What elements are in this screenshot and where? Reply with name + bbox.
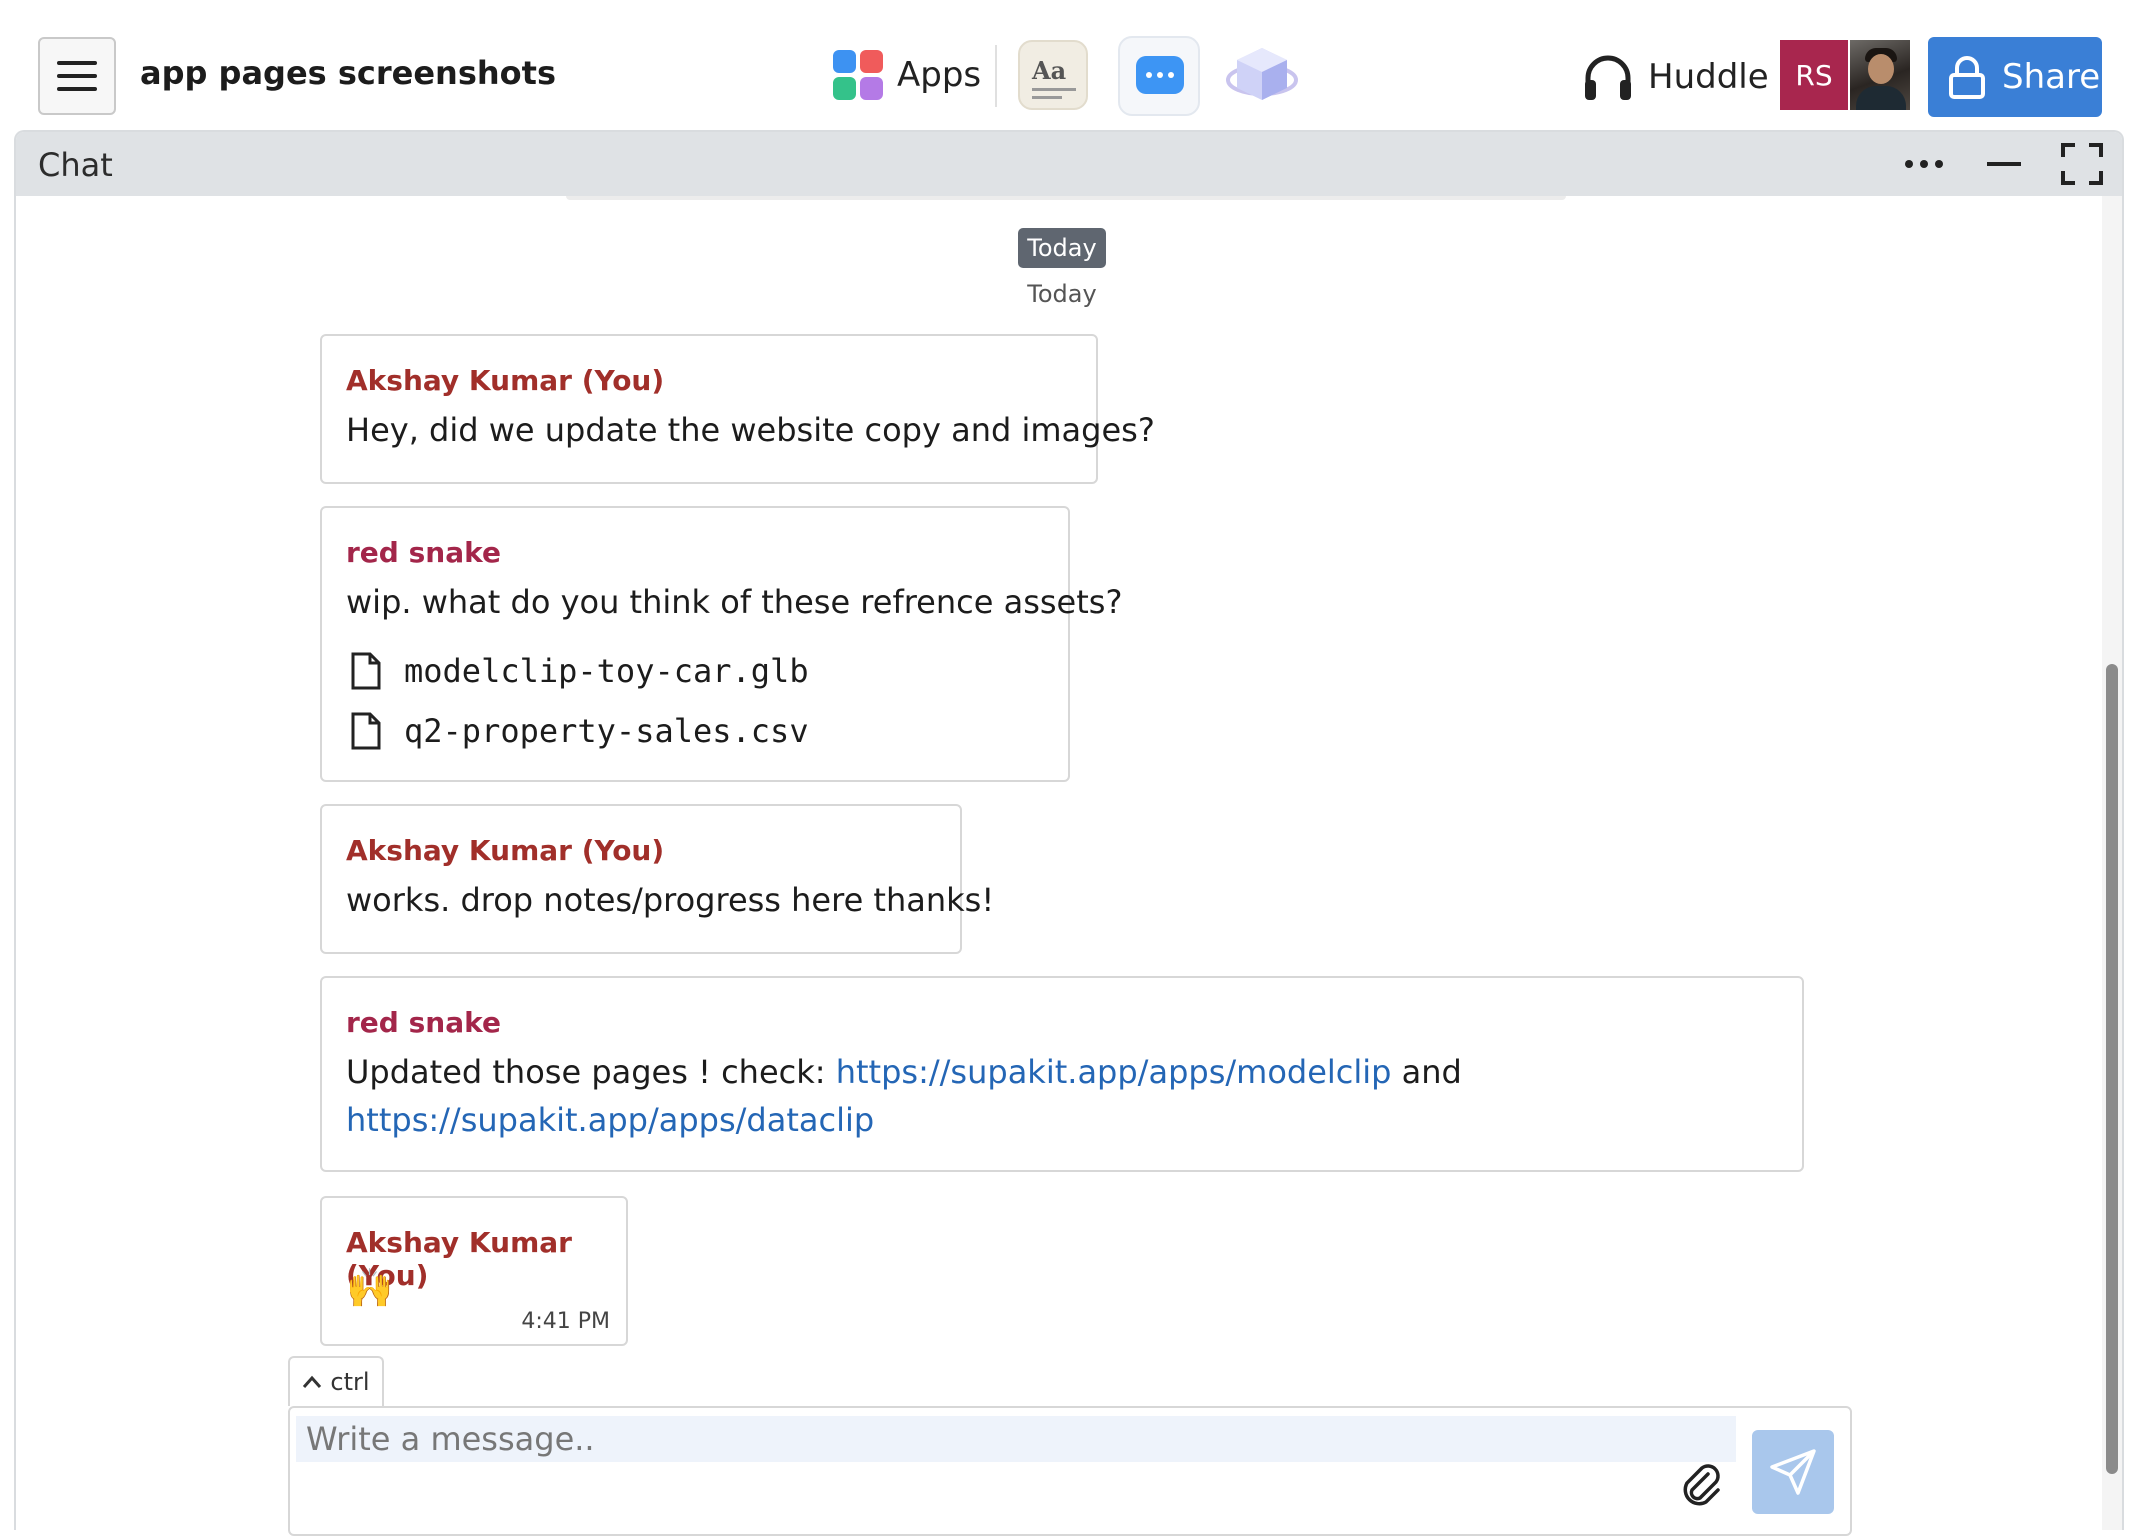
message-bubble: Akshay Kumar (You) works. drop notes/pro…: [320, 804, 994, 954]
lock-icon: [1949, 56, 1985, 99]
message-author[interactable]: Akshay Kumar (You): [346, 834, 664, 867]
menu-icon: [57, 61, 97, 65]
message-bubble: red snake wip. what do you think of thes…: [320, 506, 1122, 782]
avatar-shirt: [1856, 86, 1906, 110]
minimize-button[interactable]: [1980, 142, 2028, 186]
message-text: Updated those pages ! check: https://sup…: [346, 1048, 1462, 1144]
date-label: Today: [1027, 280, 1097, 308]
message-link[interactable]: https://supakit.app/apps/dataclip: [346, 1101, 874, 1139]
message-text: wip. what do you think of these refrence…: [346, 583, 1123, 621]
file-icon: [351, 652, 381, 690]
apps-label: Apps: [897, 55, 982, 95]
message-bubble: Akshay Kumar (You) Hey, did we update th…: [320, 334, 1155, 484]
chat-header: Chat: [16, 132, 2122, 196]
caret-up-icon: [303, 1375, 322, 1388]
apps-grid-icon: [833, 50, 883, 100]
file-name: q2-property-sales.csv: [404, 712, 809, 750]
shortcut-hint-label: ctrl: [330, 1368, 370, 1396]
top-bar: app pages screenshots Apps Aa Huddle RS …: [0, 0, 2136, 130]
huddle-label: Huddle: [1648, 57, 1769, 97]
message-input[interactable]: [296, 1416, 1736, 1462]
avatar-face: [1868, 54, 1894, 84]
message-author[interactable]: red snake: [346, 536, 501, 569]
file-attachment[interactable]: q2-property-sales.csv: [350, 712, 809, 750]
fullscreen-icon: [2061, 143, 2103, 185]
file-attachment[interactable]: modelclip-toy-car.glb: [350, 652, 809, 690]
headphones-icon: [1585, 55, 1631, 100]
chat-bubble-icon: [1136, 56, 1184, 94]
message-link[interactable]: https://supakit.app/apps/modelclip: [836, 1053, 1392, 1091]
chat-scrollbar[interactable]: [2102, 196, 2122, 1530]
avatar-rs[interactable]: RS: [1780, 40, 1848, 110]
share-button[interactable]: Share: [1928, 37, 2102, 117]
font-line: [1032, 96, 1062, 99]
font-app-icon[interactable]: Aa: [1018, 40, 1088, 110]
apps-button[interactable]: Apps: [833, 50, 981, 100]
message-bubble: Akshay Kumar (You) 🙌 4:41 PM: [320, 1196, 628, 1346]
file-icon: [351, 712, 381, 750]
toolbar-divider: [995, 45, 997, 107]
message-composer: [288, 1406, 1852, 1536]
fullscreen-button[interactable]: [2058, 142, 2106, 186]
message-text-segment: and: [1391, 1053, 1462, 1091]
avatar-user-photo[interactable]: [1850, 40, 1910, 110]
send-icon: [1770, 1449, 1816, 1495]
attach-file-button[interactable]: [1674, 1458, 1730, 1514]
huddle-button[interactable]: Huddle: [1582, 52, 1769, 102]
date-badge: Today: [1018, 228, 1106, 268]
font-aa-icon: Aa: [1032, 56, 1067, 85]
minimize-icon: [1987, 162, 2021, 166]
paperclip-icon: [1683, 1464, 1720, 1506]
share-label: Share: [2002, 57, 2101, 97]
document-title: app pages screenshots: [140, 54, 556, 92]
font-line: [1032, 88, 1076, 91]
more-horizontal-icon: [1905, 160, 1943, 168]
send-button[interactable]: [1752, 1430, 1834, 1514]
hamburger-menu-button[interactable]: [38, 37, 116, 115]
message-text-segment: Updated those pages ! check:: [346, 1053, 836, 1091]
message-bubble: red snake Updated those pages ! check: h…: [320, 976, 1804, 1172]
message-author[interactable]: Akshay Kumar (You): [346, 364, 664, 397]
3d-cube-app-icon[interactable]: [1225, 40, 1299, 110]
chat-scrollbar-thumb[interactable]: [2106, 664, 2118, 1474]
more-options-button[interactable]: [1900, 142, 1948, 186]
message-text: Hey, did we update the website copy and …: [346, 411, 1155, 449]
shortcut-hint[interactable]: ctrl: [288, 1356, 384, 1406]
menu-icon-bar: [57, 74, 97, 78]
menu-icon-bar: [57, 87, 97, 91]
chat-app-button[interactable]: [1118, 36, 1200, 116]
message-timestamp: 4:41 PM: [521, 1309, 610, 1334]
message-emoji: 🙌: [346, 1266, 394, 1310]
loaded-history-edge: [566, 196, 1566, 200]
message-text: works. drop notes/progress here thanks!: [346, 881, 995, 919]
chat-title: Chat: [38, 146, 113, 184]
file-name: modelclip-toy-car.glb: [404, 652, 809, 690]
message-author[interactable]: red snake: [346, 1006, 501, 1039]
